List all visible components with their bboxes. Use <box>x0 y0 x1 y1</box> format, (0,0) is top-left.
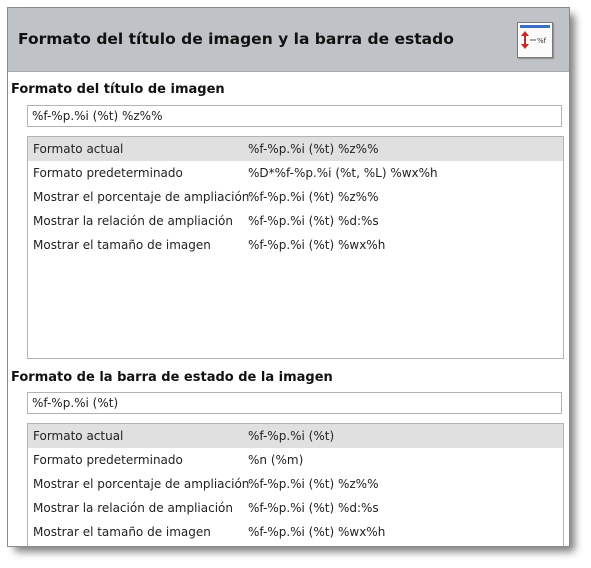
list-item-value: %f-%p.%i (%t) %wx%h <box>248 238 386 252</box>
list-item-value: %f-%p.%i (%t) <box>248 429 335 443</box>
page-title: Formato del título de imagen y la barra … <box>18 30 454 48</box>
list-item-label: Formato predeterminado <box>33 453 183 467</box>
list-item[interactable]: Formato predeterminado %D*%f-%p.%i (%t, … <box>28 161 563 185</box>
list-item-value: %f-%p.%i (%t) %z%% <box>248 190 379 204</box>
list-item-label: Formato actual <box>33 142 124 156</box>
list-item-label: Mostrar el tamaño de imagen <box>33 238 211 252</box>
list-item-label: Mostrar el tamaño de imagen <box>33 525 211 539</box>
list-item-value: %f-%p.%i (%t) %d:%s <box>248 501 379 515</box>
preferences-page: Formato del título de imagen y la barra … <box>7 7 570 547</box>
list-item-value: %f-%p.%i (%t) %z%% <box>248 477 379 491</box>
list-item-label: Formato actual <box>33 429 124 443</box>
list-item-value: %D*%f-%p.%i (%t, %L) %wx%h <box>248 166 438 180</box>
list-item[interactable]: Mostrar el porcentaje de ampliación %f-%… <box>28 185 563 209</box>
title-format-list: Formato actual %f-%p.%i (%t) %z%% Format… <box>27 136 564 359</box>
list-item-value: %f-%p.%i (%t) %wx%h <box>248 525 386 539</box>
list-item-label: Mostrar la relación de ampliación <box>33 214 233 228</box>
list-item[interactable]: Mostrar el tamaño de imagen %f-%p.%i (%t… <box>28 233 563 257</box>
list-item[interactable]: Mostrar la relación de ampliación %f-%p.… <box>28 496 563 520</box>
list-item-value: %f-%p.%i (%t) %z%% <box>248 142 379 156</box>
list-item-label: Formato predeterminado <box>33 166 183 180</box>
list-item-label: Mostrar la relación de ampliación <box>33 501 233 515</box>
title-format-input[interactable]: %f-%p.%i (%t) %z%% <box>27 105 562 127</box>
help-format-icon[interactable]: %f <box>517 22 553 58</box>
list-item[interactable]: Mostrar la relación de ampliación %f-%p.… <box>28 209 563 233</box>
list-item[interactable]: Formato actual %f-%p.%i (%t) <box>28 424 563 448</box>
list-item-value: %f-%p.%i (%t) %d:%s <box>248 214 379 228</box>
status-format-input[interactable]: %f-%p.%i (%t) <box>27 392 562 414</box>
status-format-heading: Formato de la barra de estado de la imag… <box>11 370 333 385</box>
list-item[interactable]: Mostrar el porcentaje de ampliación %f-%… <box>28 472 563 496</box>
list-item[interactable]: Mostrar el tamaño de imagen %f-%p.%i (%t… <box>28 520 563 544</box>
title-format-heading: Formato del título de imagen <box>11 82 225 97</box>
list-item[interactable]: Formato predeterminado %n (%m) <box>28 448 563 472</box>
status-format-list: Formato actual %f-%p.%i (%t) Formato pre… <box>27 423 564 546</box>
page-header: Formato del título de imagen y la barra … <box>8 8 569 72</box>
list-item[interactable]: Formato actual %f-%p.%i (%t) %z%% <box>28 137 563 161</box>
svg-text:%f: %f <box>537 37 547 45</box>
list-item-label: Mostrar el porcentaje de ampliación <box>33 477 250 491</box>
list-item-label: Mostrar el porcentaje de ampliación <box>33 190 250 204</box>
list-item-value: %n (%m) <box>248 453 304 467</box>
